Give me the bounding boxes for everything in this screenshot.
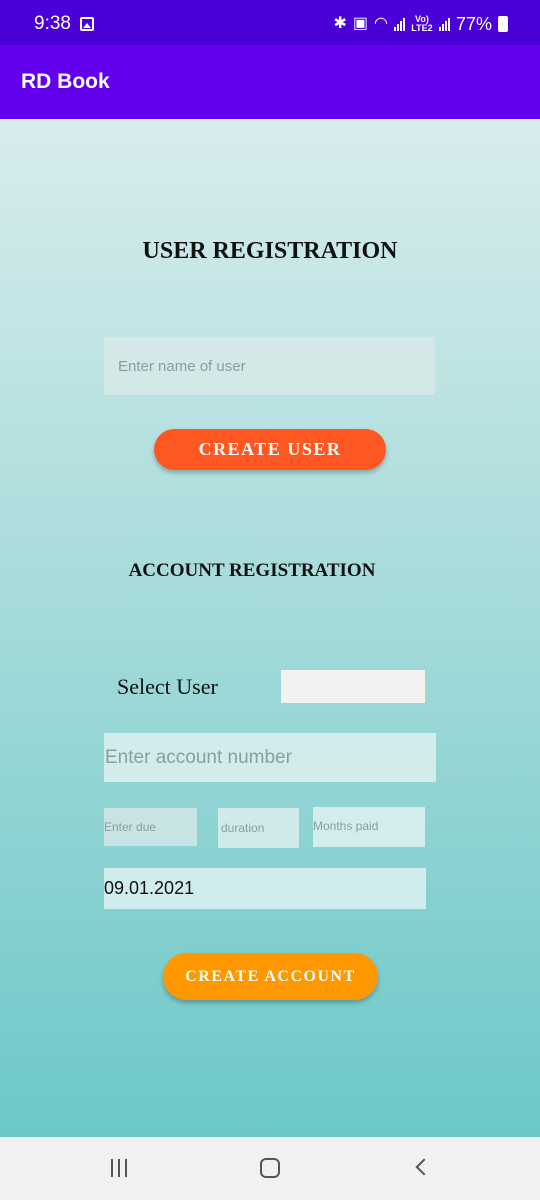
duration-input[interactable] [218,808,299,848]
alarm-icon: ▣ [352,15,368,32]
create-user-button[interactable]: CREATE USER [154,429,386,470]
user-name-input[interactable] [104,337,435,395]
create-account-button[interactable]: CREATE ACCOUNT [163,953,378,1000]
image-icon [80,17,94,31]
wifi-icon: ◠ [374,15,388,32]
account-number-input[interactable] [104,733,436,782]
user-select-dropdown[interactable] [281,670,425,703]
months-paid-input[interactable] [313,807,425,847]
registration-form: USER REGISTRATION CREATE USER ACCOUNT RE… [0,119,540,1137]
screen: 9:38 ✱ ▣ ◠ Vo) LTE2 77% RD Book USER REG… [0,0,540,1200]
date-input[interactable] [104,868,426,909]
status-bar: 9:38 ✱ ▣ ◠ Vo) LTE2 77% [0,0,540,45]
status-time: 9:38 [34,13,71,34]
app-title: RD Book [21,70,110,93]
due-input[interactable] [104,808,197,846]
status-icons: ✱ ▣ ◠ Vo) LTE2 77% [333,12,508,36]
home-icon[interactable] [255,1155,285,1181]
battery-icon [498,16,508,32]
user-registration-heading: USER REGISTRATION [142,238,398,264]
bluetooth-icon: ✱ [333,15,347,32]
battery-percent: 77% [455,13,492,34]
navigation-bar [0,1137,540,1200]
back-icon[interactable] [408,1155,438,1181]
network-label: Vo) LTE2 [411,14,433,33]
select-user-label: Select User [117,674,218,699]
signal-icon-2 [438,17,450,31]
signal-icon [393,17,405,31]
account-registration-heading: ACCOUNT REGISTRATION [128,560,376,581]
recents-icon[interactable] [105,1155,135,1181]
app-bar: RD Book [0,45,540,119]
